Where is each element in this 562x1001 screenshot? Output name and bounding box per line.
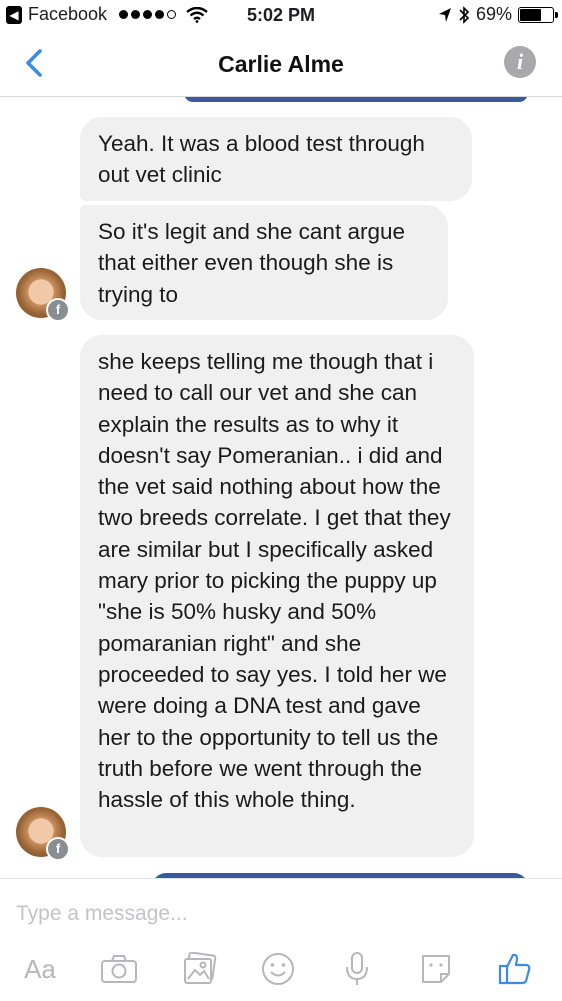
- message-text: So it's legit and she cant argue that ei…: [98, 219, 405, 307]
- info-icon[interactable]: i: [517, 49, 523, 74]
- received-message-bubble[interactable]: So it's legit and she cant argue that ei…: [80, 205, 448, 320]
- sticker-icon: [422, 955, 450, 983]
- microphone-icon: [346, 952, 368, 985]
- contact-avatar[interactable]: f: [16, 268, 70, 322]
- message-text: she keeps telling me though that i need …: [98, 349, 451, 813]
- battery-icon: [518, 6, 558, 23]
- photo-gallery-icon: [184, 952, 217, 984]
- bluetooth-icon: [459, 5, 470, 24]
- sticker-button[interactable]: [414, 947, 458, 991]
- location-arrow-icon: [438, 7, 451, 22]
- message-text: Yeah. It was a blood test through out ve…: [98, 131, 425, 188]
- conversation-header: Carlie Alme i: [0, 32, 562, 97]
- battery-percent: 69%: [475, 4, 512, 24]
- like-button[interactable]: [493, 947, 537, 991]
- voice-button[interactable]: [335, 947, 379, 991]
- message-input[interactable]: [14, 893, 538, 935]
- message-composer: Aa: [0, 878, 562, 1001]
- sent-message-bubble-partial[interactable]: [184, 97, 528, 102]
- text-format-label: Aa: [24, 953, 56, 984]
- status-bar: ◀ Facebook 5:02 PM 69%: [0, 0, 562, 32]
- camera-button[interactable]: [97, 947, 141, 991]
- text-format-button[interactable]: Aa: [18, 947, 62, 991]
- emoji-button[interactable]: [256, 947, 300, 991]
- message-list[interactable]: Yeah. It was a blood test through out ve…: [0, 97, 562, 878]
- camera-icon: [101, 955, 137, 983]
- status-right: 69%: [438, 4, 558, 25]
- received-message-bubble[interactable]: Yeah. It was a blood test through out ve…: [80, 117, 472, 201]
- thumbs-up-icon: [498, 953, 531, 985]
- contact-name[interactable]: Carlie Alme: [0, 51, 562, 78]
- facebook-badge-icon: f: [46, 298, 70, 322]
- smiley-icon: [262, 953, 294, 985]
- battery-level-fill: [520, 8, 541, 21]
- contact-avatar[interactable]: f: [16, 807, 70, 861]
- composer-toolbar: Aa: [0, 943, 562, 995]
- facebook-badge-icon: f: [46, 837, 70, 861]
- gallery-button[interactable]: [178, 947, 222, 991]
- info-button[interactable]: i: [504, 46, 536, 78]
- received-message-bubble[interactable]: she keeps telling me though that i need …: [80, 335, 474, 857]
